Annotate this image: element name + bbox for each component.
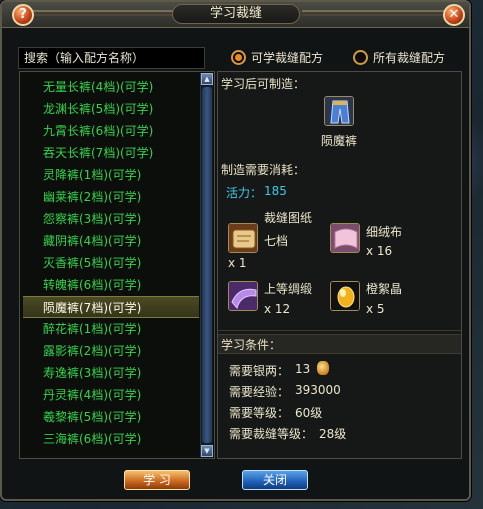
tailoring-learn-window: ? 学习裁缝 ✕ 搜索（输入配方名称） 可学裁缝配方 所有裁缝配方 无量长裤(4… xyxy=(0,0,471,501)
search-input[interactable]: 搜索（输入配方名称） xyxy=(18,47,205,69)
req-silver-value: 13 xyxy=(295,362,311,376)
pattern-scroll-icon[interactable] xyxy=(228,223,258,253)
filter-learnable-label[interactable]: 可学裁缝配方 xyxy=(251,50,323,66)
recipe-list-item[interactable]: 龙渊长裤(5档)(可学) xyxy=(23,98,199,120)
recipe-list-item[interactable]: 吞天长裤(7档)(可学) xyxy=(23,142,199,164)
cost-heading: 制造需要消耗： xyxy=(221,163,306,177)
vitality-value: 185 xyxy=(264,184,287,198)
scroll-up-arrow-icon[interactable]: ▲ xyxy=(201,73,213,85)
recipe-list-item[interactable]: 露影裤(2档)(可学) xyxy=(23,340,199,362)
material-name: 上等绸缎 xyxy=(264,282,313,296)
conditions-heading: 学习条件： xyxy=(218,334,461,354)
close-icon: ✕ xyxy=(448,7,460,22)
close-window-button[interactable]: ✕ xyxy=(443,4,465,26)
orange-crystal-icon[interactable] xyxy=(330,281,360,311)
title-ornament-left xyxy=(32,10,182,16)
recipe-list-item[interactable]: 灵降裤(1档)(可学) xyxy=(23,164,199,186)
silk-icon[interactable] xyxy=(228,281,258,311)
close-button[interactable]: 关闭 xyxy=(242,470,308,490)
req-exp-value: 393000 xyxy=(295,383,341,397)
recipe-list-item[interactable]: 醉花裤(1档)(可学) xyxy=(23,318,199,340)
window-title: 学习裁缝 xyxy=(172,4,300,24)
can-make-heading: 学习后可制造： xyxy=(221,77,306,91)
recipe-list-item[interactable]: 藏阴裤(4档)(可学) xyxy=(23,230,199,252)
recipe-list-item[interactable]: 三海裤(6档)(可学) xyxy=(23,428,199,450)
title-ornament-right xyxy=(302,10,452,16)
material-qty: x 5 xyxy=(366,302,385,316)
filter-learnable-radio[interactable] xyxy=(231,50,246,65)
material-qty: x 16 xyxy=(366,244,393,258)
recipe-list-item[interactable]: 转魄裤(6档)(可学) xyxy=(23,274,199,296)
recipe-list-scrollbar[interactable]: ▲ ▼ xyxy=(200,73,213,457)
recipe-list-item[interactable]: 羲黎裤(5档)(可学) xyxy=(23,406,199,428)
scroll-down-arrow-icon[interactable]: ▼ xyxy=(201,445,213,457)
fine-cloth-icon[interactable] xyxy=(330,223,360,253)
product-name: 陨魔裤 xyxy=(321,134,358,148)
req-level-label: 需要等级： xyxy=(229,406,290,420)
recipe-list-item[interactable]: 灭香裤(5档)(可学) xyxy=(23,252,199,274)
help-button[interactable]: ? xyxy=(12,4,34,26)
recipe-list-item[interactable]: 无量长裤(4档)(可学) xyxy=(23,76,199,98)
recipe-detail-panel: 学习后可制造： 陨魔裤 制造需要消耗： 活力： 185 裁缝图纸 七档 x 1 xyxy=(217,71,462,459)
material-name: 裁缝图纸 xyxy=(264,211,313,225)
req-exp-label: 需要经验： xyxy=(229,385,290,399)
recipe-list-item[interactable]: 幽莱裤(2档)(可学) xyxy=(23,186,199,208)
recipe-list: 无量长裤(4档)(可学) 龙渊长裤(5档)(可学) 九霄长裤(6档)(可学) 吞… xyxy=(19,71,215,459)
recipe-list-item[interactable]: 丹灵裤(4档)(可学) xyxy=(23,384,199,406)
material-qty: x 1 xyxy=(228,256,247,270)
filter-all-label[interactable]: 所有裁缝配方 xyxy=(373,50,445,66)
recipe-list-item-selected[interactable]: 陨魔裤(7档)(可学) xyxy=(23,296,199,318)
silver-coin-icon xyxy=(317,361,329,375)
filter-all-radio[interactable] xyxy=(353,50,368,65)
learn-button[interactable]: 学 习 xyxy=(124,470,190,490)
recipe-list-item[interactable]: 怨察裤(3档)(可学) xyxy=(23,208,199,230)
vitality-label: 活力： xyxy=(226,186,263,200)
material-qty: x 12 xyxy=(264,302,291,316)
material-name: 细绒布 xyxy=(366,225,403,239)
req-tailor-label: 需要裁缝等级： xyxy=(229,427,314,441)
titlebar: ? 学习裁缝 ✕ xyxy=(2,2,469,28)
recipe-list-item[interactable]: 寿逸裤(3档)(可学) xyxy=(23,362,199,384)
section-divider xyxy=(218,330,461,331)
req-level-value: 60级 xyxy=(295,406,323,420)
recipe-list-item[interactable]: 九霄长裤(6档)(可学) xyxy=(23,120,199,142)
material-tier: 七档 xyxy=(264,234,289,248)
scroll-thumb[interactable] xyxy=(202,87,212,443)
material-name: 橙絮晶 xyxy=(366,282,403,296)
product-pants-icon[interactable] xyxy=(324,96,354,126)
req-tailor-value: 28级 xyxy=(319,427,347,441)
help-icon: ? xyxy=(19,7,27,22)
req-silver-label: 需要银两： xyxy=(229,364,290,378)
